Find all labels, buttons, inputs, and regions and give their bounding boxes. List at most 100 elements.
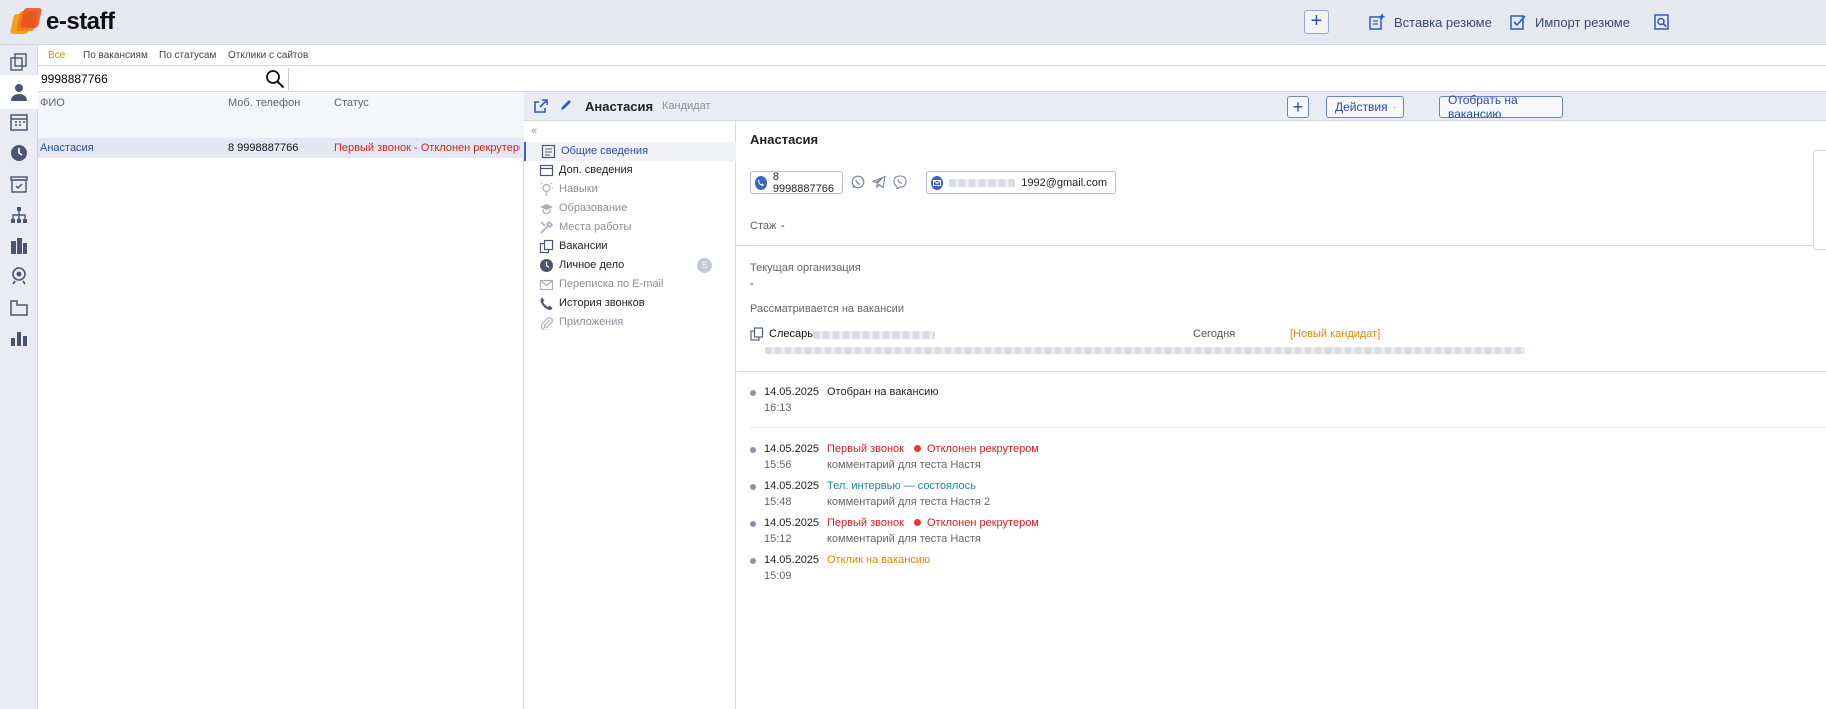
import-resume-button[interactable]: Импорт резюме [1509, 13, 1630, 31]
section-label: Общие сведения [561, 145, 649, 157]
current-org-value: - [750, 278, 754, 290]
column-header-status[interactable]: Статус [334, 97, 369, 109]
phone-icon [755, 175, 767, 190]
section-personal-file[interactable]: Личное дело 5 [524, 256, 736, 275]
phone-number: 8 9998887766 [772, 170, 835, 195]
top-bar: e-staff + Вставка резюме Импорт резюме [0, 0, 1826, 45]
actions-dropdown[interactable]: Действия [1326, 96, 1404, 118]
add-button[interactable]: + [1304, 10, 1329, 34]
tools-icon [540, 220, 554, 234]
rail-tasks-icon[interactable] [0, 167, 38, 201]
timeline-date: 14.05.2025 [764, 517, 820, 529]
vacancy-title[interactable]: Слесарь [769, 328, 813, 340]
rail-vacancies-icon[interactable] [0, 45, 38, 79]
detail-add-button[interactable]: + [1287, 96, 1309, 118]
tab-by-vacancies[interactable]: По вакансиям [83, 50, 148, 61]
tab-all[interactable]: Все [48, 50, 65, 61]
vacancy-title-redacted [813, 331, 935, 339]
rail-recruiting-icon[interactable] [0, 259, 38, 293]
experience-label: Стаж [750, 220, 777, 232]
section-education[interactable]: Образование [524, 199, 736, 218]
email-address: 1992@gmail.com [1021, 176, 1107, 189]
section-general-info[interactable]: Общие сведения [524, 142, 736, 161]
row-phone: 8 9998887766 [228, 142, 299, 154]
insert-resume-icon [1369, 14, 1385, 30]
section-skills[interactable]: Навыки [524, 180, 736, 199]
search-input[interactable] [38, 66, 248, 91]
rail-org-structure-icon[interactable] [0, 198, 38, 232]
window-icon [539, 164, 554, 177]
search-resume-button[interactable] [1653, 13, 1671, 31]
timeline-status: Первый звонок [827, 517, 904, 529]
timeline-event: Первый звонок Отклонен рекрутером [827, 443, 1039, 455]
section-nav: « Общие сведения Доп. сведения Навыки Об… [524, 121, 736, 709]
insert-resume-button[interactable]: Вставка резюме [1368, 13, 1492, 31]
phone-chip[interactable]: 8 9998887766 [750, 170, 843, 195]
rail-calendar-icon[interactable] [0, 105, 38, 139]
general-info-panel: Анастасия 8 9998887766 1992@gmail.com Ст… [737, 121, 1826, 709]
telegram-icon[interactable] [872, 175, 886, 189]
vacancy-status[interactable]: [Новый кандидат] [1290, 328, 1380, 340]
section-label: Навыки [559, 183, 598, 195]
section-label: Места работы [559, 221, 632, 233]
paperclip-icon [540, 317, 553, 330]
viber-icon[interactable] [893, 175, 907, 189]
section-call-history[interactable]: История звонков [524, 294, 736, 313]
search-icon[interactable] [265, 69, 285, 89]
select-vacancy-button[interactable]: Отобрать на вакансию [1439, 93, 1563, 121]
filter-tabs: Все По вакансиям По статусам Отклики с с… [38, 45, 1826, 66]
email-redacted [948, 178, 1016, 187]
tab-site-responses[interactable]: Отклики с сайтов [228, 50, 308, 61]
left-nav-rail [0, 45, 38, 709]
timeline-event: Отобран на вакансию [827, 386, 939, 398]
timeline-time: 15:56 [764, 459, 792, 471]
vacancy-details-redacted [765, 347, 1525, 354]
timeline-date: 14.05.2025 [764, 386, 820, 398]
section-label: Приложения [559, 316, 624, 328]
column-header-name[interactable]: ФИО [40, 97, 65, 109]
rail-history-icon[interactable] [0, 136, 38, 170]
status-dot-icon [913, 445, 921, 452]
email-chip[interactable]: 1992@gmail.com [926, 171, 1116, 194]
edit-pencil-icon[interactable] [559, 98, 573, 112]
tab-by-statuses[interactable]: По статусам [159, 50, 216, 61]
whatsapp-icon[interactable] [851, 175, 865, 189]
section-vacancies[interactable]: Вакансии [524, 237, 736, 256]
section-label: Образование [559, 202, 628, 214]
clock-icon [540, 259, 553, 272]
rail-companies-icon[interactable] [0, 229, 38, 263]
section-label: Личное дело [559, 259, 625, 271]
envelope-icon [539, 279, 554, 291]
timeline-date: 14.05.2025 [764, 554, 820, 566]
open-external-icon[interactable] [533, 98, 549, 114]
timeline-dot [750, 558, 756, 564]
rail-reports-icon[interactable] [0, 321, 38, 355]
rail-candidates-icon[interactable] [0, 75, 38, 109]
timeline-time: 15:48 [764, 496, 792, 508]
select-vacancy-label: Отобрать на вакансию [1448, 93, 1518, 121]
section-additional-info[interactable]: Доп. сведения [524, 161, 736, 180]
logo-text: e-staff [46, 8, 115, 35]
timeline-event: Тел. интервью — состоялось [827, 480, 976, 492]
timeline-event: Первый звонок Отклонен рекрутером [827, 517, 1039, 529]
candidate-name: Анастасия [750, 132, 819, 147]
timeline-time: 16:13 [764, 402, 792, 414]
section-workplaces[interactable]: Места работы [524, 218, 736, 237]
search-bar [38, 66, 1826, 92]
row-status: Первый звонок - Отклонен рекрутером [334, 142, 520, 154]
insert-resume-label: Вставка резюме [1394, 14, 1492, 30]
table-row[interactable]: Анастасия 8 9998887766 Первый звонок - О… [38, 138, 524, 158]
section-label: Доп. сведения [559, 164, 633, 176]
app-logo[interactable]: e-staff [9, 8, 115, 36]
section-email-correspondence[interactable]: Переписка по E-mail [524, 275, 736, 294]
section-label: Вакансии [559, 240, 608, 252]
timeline-dot [750, 521, 756, 527]
timeline-status: Первый звонок [827, 443, 904, 455]
rail-divisions-icon[interactable] [0, 290, 38, 324]
document-icon [541, 144, 556, 159]
logo-icon [9, 8, 43, 36]
column-header-phone[interactable]: Моб. телефон [228, 97, 300, 109]
section-attachments[interactable]: Приложения [524, 313, 736, 332]
collapse-icon[interactable]: « [531, 125, 537, 137]
timeline-date: 14.05.2025 [764, 480, 820, 492]
